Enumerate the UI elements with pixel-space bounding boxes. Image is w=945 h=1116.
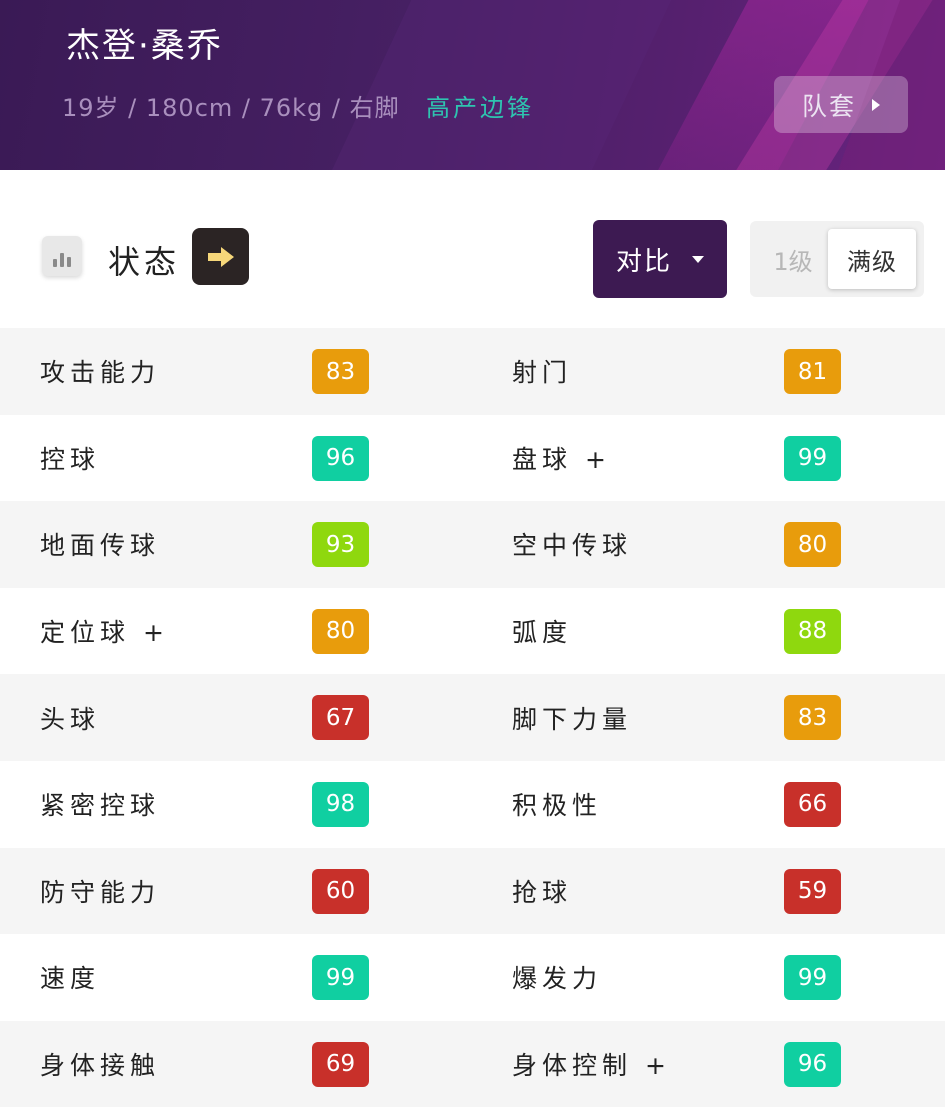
status-label: 状态: [108, 243, 181, 281]
level-option-1[interactable]: 1级: [758, 229, 828, 289]
attribute-label: 头球: [40, 704, 101, 734]
attribute-label: 速度: [40, 964, 101, 994]
attribute-row: 身体接触 69 身体控制 + 96: [0, 1020, 945, 1108]
attribute-rating-badge: 67: [312, 695, 369, 741]
attribute-label: 地面传球: [40, 531, 161, 561]
attribute-label: 射门: [512, 358, 573, 388]
attribute-rating-badge: 60: [312, 868, 369, 914]
attribute-rating-badge: 88: [784, 608, 841, 654]
attribute-rating-badge: 69: [312, 1041, 369, 1087]
attribute-label: 脚下力量: [512, 704, 633, 734]
attribute-label: 弧度: [512, 618, 573, 648]
status-toolbar: 状态 对比 1级 满级: [0, 170, 945, 328]
attribute-rating-badge: 98: [312, 781, 369, 827]
bar-chart-icon-bar: [67, 257, 71, 267]
player-name: 杰登·桑乔: [66, 26, 223, 66]
attribute-rating-badge: 80: [312, 608, 369, 654]
attribute-label: 紧密控球: [40, 791, 161, 821]
attribute-label: 爆发力: [512, 964, 603, 994]
attribute-rating-badge: 59: [784, 868, 841, 914]
attribute-label: 身体控制 +: [512, 1051, 671, 1081]
player-role: 高产边锋: [426, 94, 534, 122]
attribute-rating-badge: 99: [784, 955, 841, 1001]
player-header: 杰登·桑乔 19岁 / 180cm / 76kg / 右脚 高产边锋 队套: [0, 0, 945, 170]
attribute-row: 定位球 + 80 弧度 88: [0, 588, 945, 675]
arrow-right-icon: [207, 246, 234, 267]
compare-button-label: 对比: [615, 246, 672, 277]
attribute-label: 控球: [40, 444, 101, 474]
attribute-rating-badge: 81: [784, 349, 841, 394]
attribute-row: 攻击能力 83 射门 81: [0, 328, 945, 415]
attribute-row: 头球 67 脚下力量 83: [0, 674, 945, 761]
kit-button[interactable]: 队套: [774, 76, 908, 133]
attribute-label: 身体接触: [40, 1051, 161, 1081]
attribute-label: 盘球 +: [512, 444, 611, 474]
attribute-row: 地面传球 93 空中传球 80: [0, 501, 945, 588]
attribute-label: 积极性: [512, 791, 603, 821]
attribute-row: 防守能力 60 抢球 59: [0, 847, 945, 935]
caret-right-icon: [872, 98, 880, 111]
attribute-label: 抢球: [512, 877, 573, 907]
attribute-rating-badge: 99: [312, 955, 369, 1001]
attribute-rating-badge: 83: [784, 695, 841, 741]
level-toggle: 1级 满级: [750, 221, 924, 297]
attribute-rating-badge: 96: [312, 435, 369, 481]
bar-chart-icon-bar: [53, 259, 57, 267]
attribute-rating-badge: 99: [784, 435, 841, 481]
attribute-label: 空中传球: [512, 531, 633, 561]
header-decoration: [271, 0, 709, 170]
attribute-row: 紧密控球 98 积极性 66: [0, 761, 945, 848]
chevron-down-icon: [692, 255, 704, 263]
bar-chart-icon-bar: [60, 253, 64, 267]
attribute-rating-badge: 80: [784, 522, 841, 568]
attribute-rating-badge: 93: [312, 522, 369, 568]
attribute-row: 控球 96 盘球 + 99: [0, 415, 945, 502]
attribute-label: 攻击能力: [40, 358, 161, 388]
attribute-row: 速度 99 爆发力 99: [0, 934, 945, 1021]
kit-button-label: 队套: [801, 91, 856, 121]
level-option-max[interactable]: 满级: [828, 229, 916, 289]
attribute-label: 定位球 +: [40, 618, 169, 648]
status-arrow-button[interactable]: [192, 228, 249, 285]
attribute-rating-badge: 96: [784, 1041, 841, 1087]
attribute-rating-badge: 66: [784, 781, 841, 827]
attribute-label: 防守能力: [40, 877, 161, 907]
attribute-rating-badge: 83: [312, 349, 369, 394]
bar-chart-icon: [42, 236, 82, 276]
player-meta: 19岁 / 180cm / 76kg / 右脚: [62, 94, 400, 122]
compare-button[interactable]: 对比: [593, 220, 727, 298]
attribute-table: 攻击能力 83 射门 81 控球 96 盘球 + 99 地面传球 93 空中传球 80 定位球 + 80 弧…: [0, 328, 945, 1108]
